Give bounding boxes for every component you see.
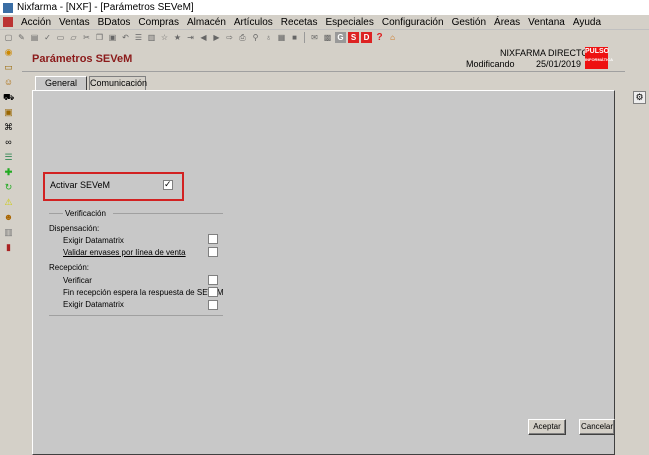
window-title: Nixfarma - [NXF] - [Parámetros SEVeM]: [17, 2, 194, 13]
list-icon[interactable]: ☰: [3, 152, 14, 163]
menu-areas[interactable]: Áreas: [490, 17, 524, 28]
search-icon[interactable]: ⚲: [250, 32, 261, 43]
money-icon[interactable]: ◉: [3, 47, 14, 58]
menu-ayuda[interactable]: Ayuda: [569, 17, 605, 28]
doc-menu-icon[interactable]: [3, 17, 13, 27]
menu-ventas[interactable]: Ventas: [55, 17, 94, 28]
menu-gestion[interactable]: Gestión: [448, 17, 490, 28]
cancelar-button[interactable]: Cancelar: [579, 419, 615, 435]
cart-icon[interactable]: ⛟: [3, 92, 14, 103]
form-title: Parámetros SEVeM: [32, 53, 133, 65]
folder-icon[interactable]: ▭: [55, 32, 66, 43]
undo-icon[interactable]: ↶: [120, 32, 131, 43]
check-icon[interactable]: ✓: [42, 32, 53, 43]
tag-icon[interactable]: ⌘: [3, 122, 14, 133]
toolbar: ▢ ✎ ▤ ✓ ▭ ▱ ✂ ❐ ▣ ↶ ☰ ▥ ☆ ★ ⇥ ◀ ▶ ⇨ ⎙ ⚲ …: [0, 30, 649, 45]
left-arrow-icon[interactable]: ◀: [198, 32, 209, 43]
activar-sevem-highlight: Activar SEVeM: [43, 172, 184, 201]
help-icon[interactable]: ?: [374, 32, 385, 43]
star-filled-icon[interactable]: ★: [172, 32, 183, 43]
plus-icon[interactable]: ✚: [3, 167, 14, 178]
menu-compras[interactable]: Compras: [134, 17, 183, 28]
paste-icon[interactable]: ▣: [107, 32, 118, 43]
home-icon[interactable]: ⌂: [387, 32, 398, 43]
box-icon[interactable]: ▣: [3, 107, 14, 118]
edit-icon[interactable]: ✎: [16, 32, 27, 43]
printer-icon[interactable]: ⎙: [237, 32, 248, 43]
menu-ventana[interactable]: Ventana: [524, 17, 569, 28]
stop-icon[interactable]: ■: [289, 32, 300, 43]
menu-especiales[interactable]: Especiales: [321, 17, 377, 28]
refresh-icon[interactable]: ↻: [3, 182, 14, 193]
menu-accion[interactable]: Acción: [17, 17, 55, 28]
d-icon[interactable]: D: [361, 32, 372, 43]
menubar: Acción Ventas BDatos Compras Almacén Art…: [0, 15, 649, 30]
g-icon[interactable]: G: [335, 32, 346, 43]
verificar-label: Verificar: [63, 276, 92, 285]
exigir-datamatrix-disp-checkbox[interactable]: [208, 234, 218, 244]
users-icon[interactable]: ☻: [3, 212, 14, 223]
person-icon[interactable]: ☺: [3, 77, 14, 88]
menu-articulos[interactable]: Artículos: [230, 17, 277, 28]
group-line-right: [113, 213, 223, 214]
form-header: Parámetros SEVeM NIXFARMA DIRECTO Modifi…: [22, 45, 625, 72]
pulso-logo: PULSO INFORMÁTICA: [585, 47, 613, 69]
window-titlebar: Nixfarma - [NXF] - [Parámetros SEVeM]: [0, 0, 649, 15]
list-icon[interactable]: ☰: [133, 32, 144, 43]
dispensacion-label: Dispensación:: [49, 224, 100, 233]
notes-icon[interactable]: ✉: [309, 32, 320, 43]
left-iconbar: ◉ ▭ ☺ ⛟ ▣ ⌘ ∞ ☰ ✚ ↻ ⚠ ☻ ▥ ▮: [0, 45, 16, 442]
group-bottom-line: [49, 315, 223, 316]
calc-icon[interactable]: ▦: [276, 32, 287, 43]
validar-envases-checkbox[interactable]: [208, 247, 218, 257]
menu-almacen[interactable]: Almacén: [183, 17, 230, 28]
verificar-checkbox[interactable]: [208, 275, 218, 285]
form-window: Parámetros SEVeM NIXFARMA DIRECTO Modifi…: [22, 45, 625, 455]
company-name: NIXFARMA DIRECTO: [500, 48, 589, 58]
print-icon[interactable]: ▥: [146, 32, 157, 43]
group-line-left: [49, 213, 63, 214]
exigir-datamatrix-recep-checkbox[interactable]: [208, 300, 218, 310]
exit-icon[interactable]: ⇥: [185, 32, 196, 43]
settings-gear-icon[interactable]: ⚙: [633, 91, 646, 104]
fin-recepcion-label: Fin recepción espera la respuesta de SEV…: [63, 288, 224, 297]
cut-icon[interactable]: ✂: [81, 32, 92, 43]
exigir-datamatrix-disp-label: Exigir Datamatrix: [63, 236, 124, 245]
tab-general[interactable]: General: [35, 76, 87, 91]
link-icon[interactable]: ∞: [3, 137, 14, 148]
star-icon[interactable]: ☆: [159, 32, 170, 43]
go-icon[interactable]: ⇨: [224, 32, 235, 43]
card-icon[interactable]: ▭: [3, 62, 14, 73]
verificacion-group-title: Verificación: [65, 209, 106, 218]
open-icon[interactable]: ▱: [68, 32, 79, 43]
menu-configuracion[interactable]: Configuración: [378, 17, 448, 28]
barcode-icon[interactable]: ▮: [3, 242, 14, 253]
validar-envases-label: Validar envases por línea de venta: [63, 248, 186, 257]
form-date: 25/01/2019: [536, 59, 582, 69]
pin-icon[interactable]: ♁: [263, 32, 274, 43]
activar-sevem-label: Activar SEVeM: [50, 180, 111, 190]
form-status: Modificando: [466, 59, 515, 69]
app-icon: [3, 2, 13, 13]
fin-recepcion-checkbox[interactable]: [208, 287, 218, 297]
chart-icon[interactable]: ▥: [3, 227, 14, 238]
new-icon[interactable]: ▢: [3, 32, 14, 43]
grid-icon[interactable]: ▩: [322, 32, 333, 43]
s-icon[interactable]: S: [348, 32, 359, 43]
save-icon[interactable]: ▤: [29, 32, 40, 43]
copy-icon[interactable]: ❐: [94, 32, 105, 43]
activar-sevem-checkbox[interactable]: [163, 178, 173, 190]
aceptar-button[interactable]: Aceptar: [528, 419, 566, 435]
right-arrow-icon[interactable]: ▶: [211, 32, 222, 43]
exigir-datamatrix-recep-label: Exigir Datamatrix: [63, 300, 124, 309]
menu-recetas[interactable]: Recetas: [277, 17, 322, 28]
menu-bdatos[interactable]: BDatos: [94, 17, 135, 28]
recepcion-label: Recepción:: [49, 263, 90, 272]
tab-comunicacion[interactable]: Comunicación: [89, 76, 147, 90]
toolbar-separator: [304, 32, 305, 43]
general-panel: Activar SEVeM Verificación Dispensación:…: [32, 90, 615, 455]
warning-icon[interactable]: ⚠: [3, 197, 14, 208]
